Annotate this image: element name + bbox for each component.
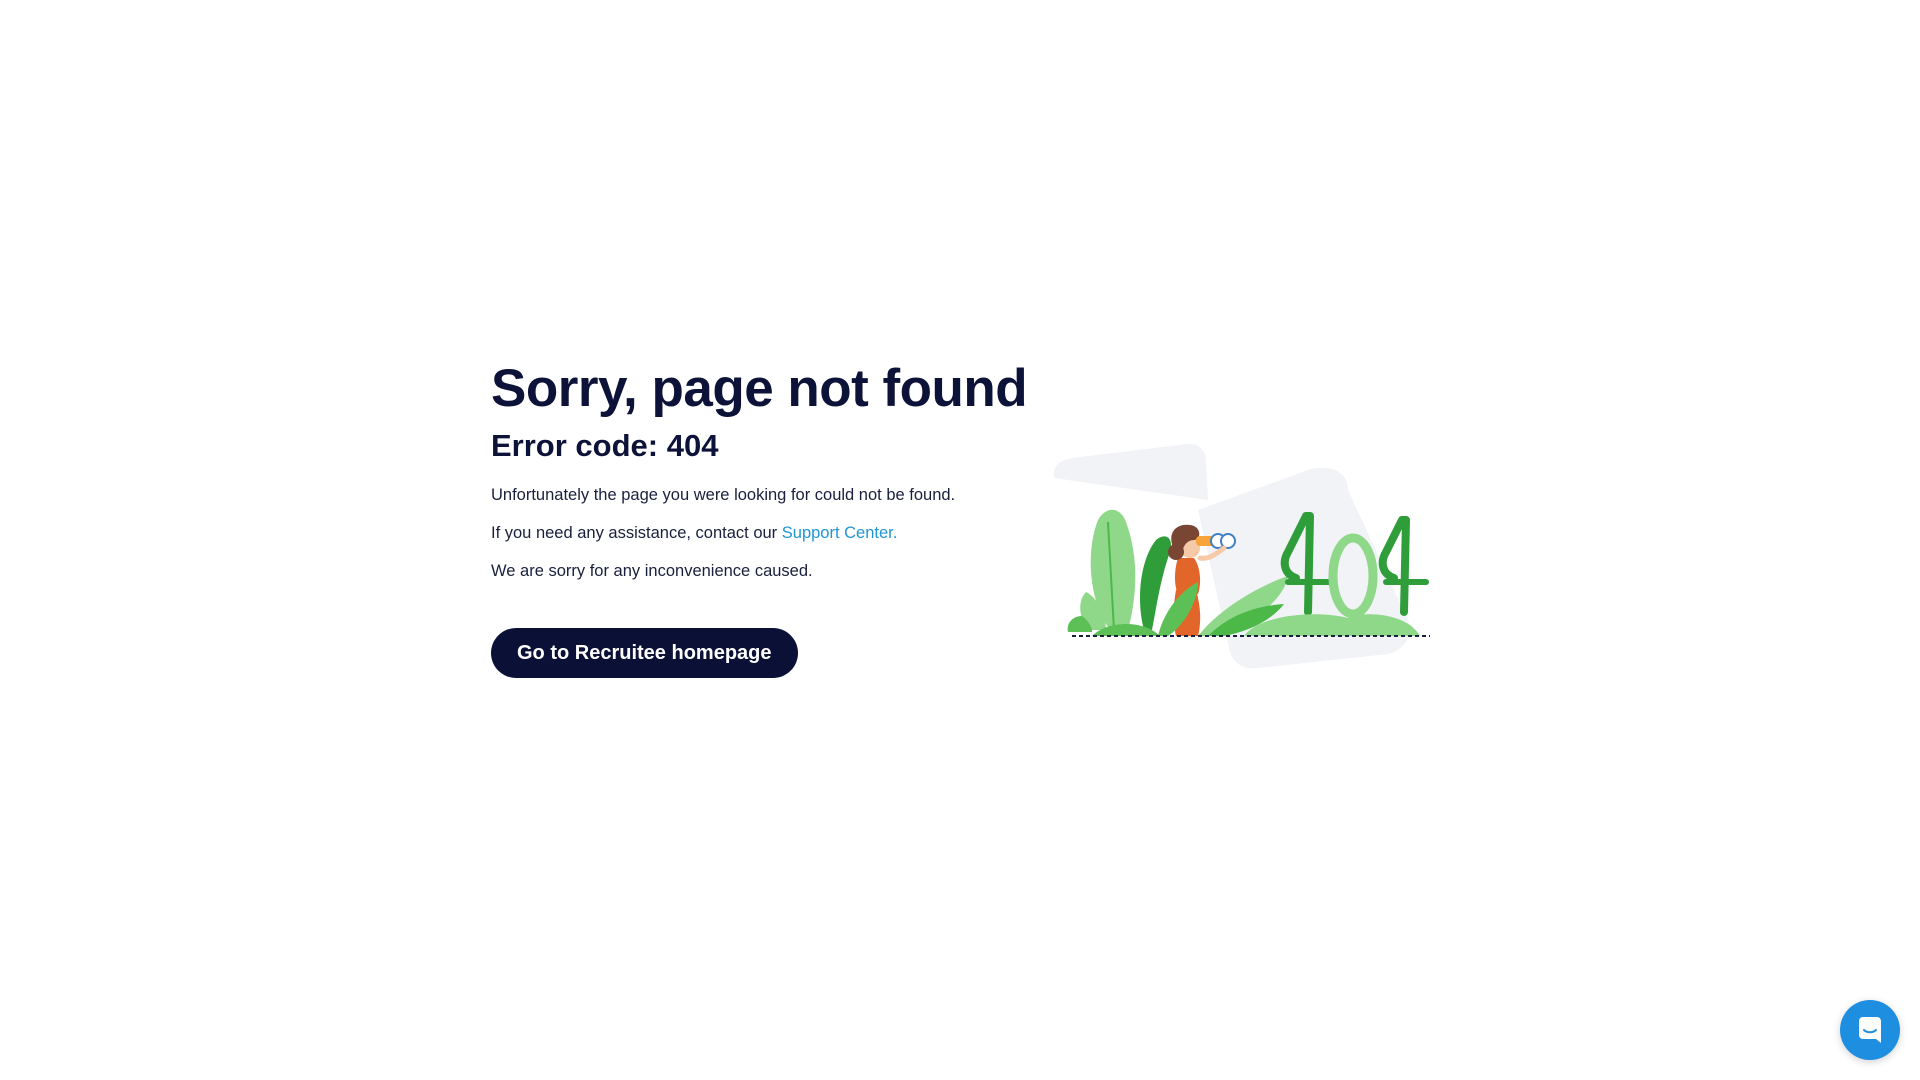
page-title: Sorry, page not found [491,359,1028,418]
not-found-illustration [1048,440,1433,670]
support-center-period: . [892,524,898,542]
support-center-link[interactable]: Support Center [782,524,893,542]
error-message-line-3: We are sorry for any inconvenience cause… [491,562,813,580]
chat-icon [1859,1017,1881,1043]
assistance-text: If you need any assistance, contact our [491,524,782,542]
error-content: Sorry, page not found Error code: 404 Un… [491,358,1051,582]
error-message-line-2: If you need any assistance, contact our … [491,522,1051,544]
go-to-homepage-button[interactable]: Go to Recruitee homepage [491,628,798,678]
error-message-line-1: Unfortunately the page you were looking … [491,486,956,504]
chat-launcher-button[interactable] [1840,1000,1900,1060]
person-binoculars-404-icon [1053,443,1430,669]
error-code: Error code: 404 [491,428,719,463]
page-root: Sorry, page not found Error code: 404 Un… [0,0,1920,1080]
